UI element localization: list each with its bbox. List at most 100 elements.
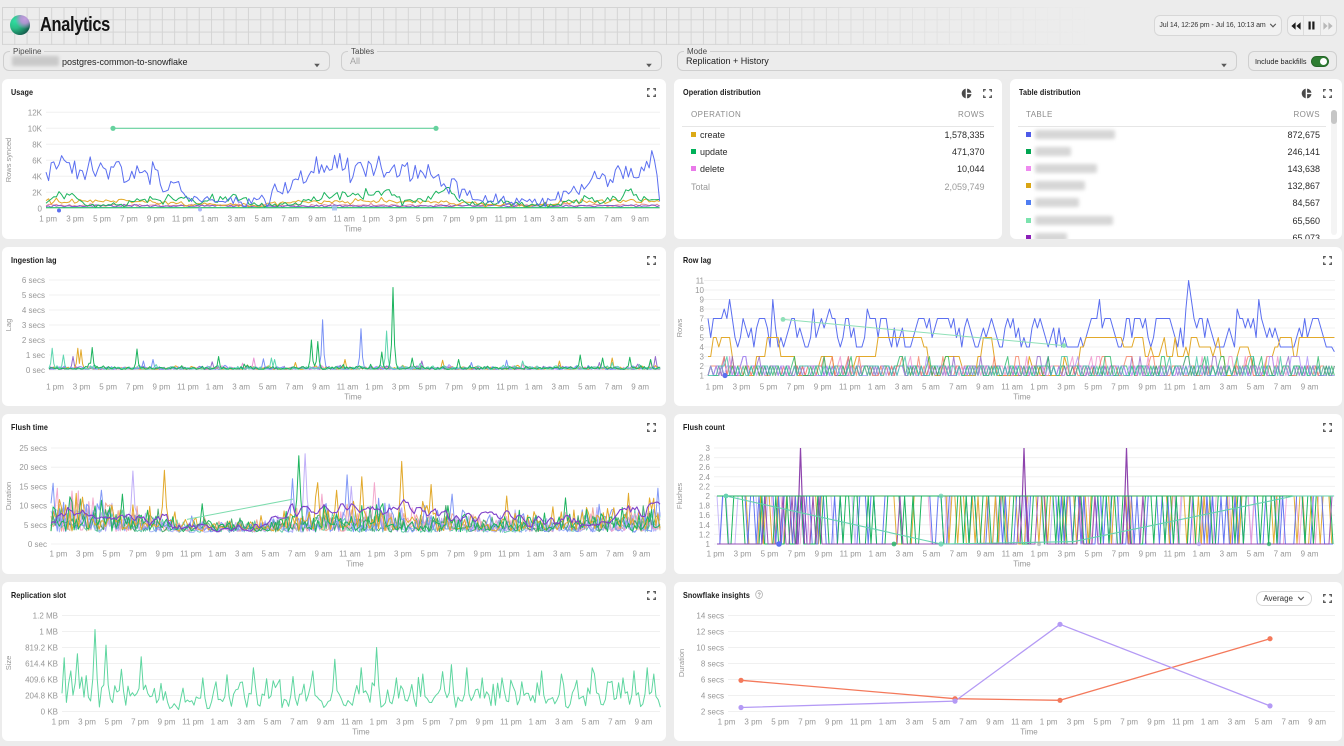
svg-text:Time: Time <box>352 727 370 736</box>
svg-text:1.4: 1.4 <box>699 521 711 530</box>
svg-text:1 am: 1 am <box>206 382 224 391</box>
svg-text:3 pm: 3 pm <box>392 382 410 391</box>
svg-text:9 pm: 9 pm <box>814 382 832 391</box>
svg-text:4 secs: 4 secs <box>22 306 45 315</box>
svg-text:5 pm: 5 pm <box>93 215 111 224</box>
svg-text:10 secs: 10 secs <box>696 643 724 652</box>
svg-text:1 am: 1 am <box>1193 550 1211 559</box>
svg-text:0 KB: 0 KB <box>41 707 58 716</box>
svg-text:3 am: 3 am <box>896 550 914 559</box>
svg-text:5 am: 5 am <box>582 717 600 726</box>
svg-text:Rows: Rows <box>675 318 684 337</box>
svg-text:3 pm: 3 pm <box>1067 717 1085 726</box>
svg-text:5 pm: 5 pm <box>105 717 123 726</box>
svg-text:8 secs: 8 secs <box>701 659 724 668</box>
svg-text:5 am: 5 am <box>1247 550 1265 559</box>
svg-text:3 pm: 3 pm <box>396 717 414 726</box>
svg-text:2.6: 2.6 <box>699 463 711 472</box>
svg-text:9 pm: 9 pm <box>153 382 171 391</box>
svg-text:9 am: 9 am <box>633 550 651 559</box>
svg-text:1 pm: 1 pm <box>718 717 736 726</box>
svg-text:7 am: 7 am <box>286 382 304 391</box>
svg-text:7 am: 7 am <box>950 550 968 559</box>
svg-text:3 pm: 3 pm <box>744 717 762 726</box>
svg-text:9 pm: 9 pm <box>147 215 165 224</box>
svg-text:7 am: 7 am <box>1274 550 1292 559</box>
svg-text:5 am: 5 am <box>922 382 940 391</box>
svg-text:Time: Time <box>344 392 362 401</box>
svg-text:Flushes: Flushes <box>675 483 684 510</box>
svg-text:1 pm: 1 pm <box>50 550 68 559</box>
svg-text:25 secs: 25 secs <box>19 444 47 453</box>
svg-text:9: 9 <box>700 295 705 304</box>
svg-text:3 am: 3 am <box>906 717 924 726</box>
svg-text:11 am: 11 am <box>333 215 355 224</box>
svg-text:1 am: 1 am <box>1201 717 1219 726</box>
svg-text:3 am: 3 am <box>237 717 255 726</box>
svg-text:7 pm: 7 pm <box>787 382 805 391</box>
svg-text:9 pm: 9 pm <box>474 550 492 559</box>
svg-text:5 pm: 5 pm <box>1094 717 1112 726</box>
svg-text:3 am: 3 am <box>232 382 250 391</box>
svg-text:11 pm: 11 pm <box>180 550 202 559</box>
svg-text:Time: Time <box>1020 727 1038 736</box>
svg-text:1 pm: 1 pm <box>368 550 386 559</box>
svg-text:7 am: 7 am <box>606 550 624 559</box>
svg-text:5 secs: 5 secs <box>24 521 47 530</box>
svg-text:3 pm: 3 pm <box>1058 550 1076 559</box>
svg-text:1 am: 1 am <box>879 717 897 726</box>
svg-text:9 pm: 9 pm <box>815 550 833 559</box>
svg-text:7 am: 7 am <box>281 215 299 224</box>
svg-text:5 pm: 5 pm <box>761 550 779 559</box>
svg-text:9 pm: 9 pm <box>156 550 174 559</box>
svg-text:Lag: Lag <box>4 318 13 331</box>
svg-text:Duration: Duration <box>4 482 13 510</box>
svg-text:9 pm: 9 pm <box>1147 717 1165 726</box>
svg-text:9 am: 9 am <box>312 382 330 391</box>
svg-text:2 secs: 2 secs <box>701 707 724 716</box>
svg-text:1 am: 1 am <box>211 717 229 726</box>
svg-text:1: 1 <box>700 371 705 380</box>
svg-text:10K: 10K <box>28 124 43 133</box>
svg-text:10 secs: 10 secs <box>19 502 47 511</box>
svg-text:6 secs: 6 secs <box>22 276 45 285</box>
svg-text:9 am: 9 am <box>631 215 649 224</box>
svg-text:7 am: 7 am <box>1274 382 1292 391</box>
svg-text:5: 5 <box>700 333 705 342</box>
svg-text:3 pm: 3 pm <box>733 382 751 391</box>
svg-text:1 sec: 1 sec <box>26 351 45 360</box>
svg-text:11 pm: 11 pm <box>839 382 861 391</box>
svg-text:3 pm: 3 pm <box>76 550 94 559</box>
svg-text:8: 8 <box>700 305 705 314</box>
svg-text:5 am: 5 am <box>923 550 941 559</box>
svg-text:3 am: 3 am <box>552 382 570 391</box>
svg-text:3 pm: 3 pm <box>78 717 96 726</box>
svg-text:1 pm: 1 pm <box>365 382 383 391</box>
svg-text:9 pm: 9 pm <box>470 215 488 224</box>
svg-text:8K: 8K <box>32 140 42 149</box>
svg-text:1 pm: 1 pm <box>1040 717 1058 726</box>
svg-text:7 pm: 7 pm <box>798 717 816 726</box>
svg-text:5 am: 5 am <box>932 717 950 726</box>
svg-text:3: 3 <box>706 444 711 453</box>
svg-text:9 am: 9 am <box>1301 382 1319 391</box>
svg-text:7 am: 7 am <box>608 717 626 726</box>
svg-text:3 am: 3 am <box>550 215 568 224</box>
svg-text:5 pm: 5 pm <box>771 717 789 726</box>
svg-text:9 pm: 9 pm <box>158 717 176 726</box>
svg-text:4 secs: 4 secs <box>701 691 724 700</box>
svg-text:3 pm: 3 pm <box>1057 382 1075 391</box>
svg-text:9 am: 9 am <box>976 382 994 391</box>
svg-text:12K: 12K <box>28 108 43 117</box>
svg-text:3 am: 3 am <box>228 215 246 224</box>
svg-text:1 am: 1 am <box>868 382 886 391</box>
svg-text:Time: Time <box>346 560 364 569</box>
svg-text:11 pm: 11 pm <box>177 382 199 391</box>
svg-text:614.4 KB: 614.4 KB <box>25 659 58 668</box>
svg-text:9 pm: 9 pm <box>476 717 494 726</box>
svg-text:7 pm: 7 pm <box>445 382 463 391</box>
svg-text:11 pm: 11 pm <box>172 215 194 224</box>
svg-text:1 pm: 1 pm <box>39 215 57 224</box>
svg-text:3 am: 3 am <box>1228 717 1246 726</box>
svg-text:9 am: 9 am <box>1301 550 1319 559</box>
